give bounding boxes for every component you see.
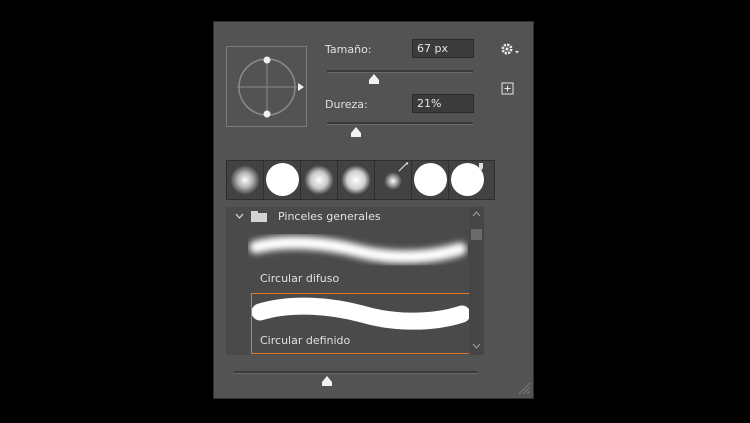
brush-item-soft-round[interactable]: Circular difuso: [226, 229, 483, 291]
brush-group-row[interactable]: Pinceles generales: [226, 207, 483, 229]
preview-size-slider-thumb[interactable]: [321, 375, 333, 387]
hard-stroke-preview: [252, 297, 471, 330]
pressure-icon: [479, 163, 483, 171]
brush-list: Pinceles generales Circular difuso Circu…: [226, 207, 483, 355]
size-label: Tamaño:: [325, 43, 372, 56]
folder-icon: [251, 211, 267, 222]
scroll-down-icon[interactable]: [472, 343, 481, 350]
brush-preset-hard-round[interactable]: [264, 161, 301, 199]
airbrush-icon: [398, 162, 409, 172]
brush-angle-preview-icon: [237, 56, 304, 118]
hardness-slider[interactable]: [327, 122, 473, 125]
brush-list-scrollbar[interactable]: [469, 207, 484, 355]
brush-item-label: Circular difuso: [260, 272, 340, 285]
scrollbar-thumb[interactable]: [471, 229, 482, 240]
hardness-field[interactable]: 21%: [412, 94, 474, 113]
size-slider[interactable]: [327, 70, 473, 73]
brush-presets-strip: [226, 160, 495, 200]
brush-group-name: Pinceles generales: [278, 210, 381, 223]
preview-size-slider[interactable]: [234, 371, 477, 374]
brush-preset-hard-round-pressure[interactable]: [449, 161, 486, 199]
gear-icon[interactable]: [500, 41, 522, 57]
brush-preset-soft-round-3[interactable]: [338, 161, 375, 199]
brush-item-label: Circular definido: [260, 334, 351, 347]
brush-preset-soft-round-2[interactable]: [301, 161, 338, 199]
soft-stroke-preview: [249, 236, 467, 264]
brush-preset-hard-round-2[interactable]: [412, 161, 449, 199]
chevron-down-icon[interactable]: [235, 213, 244, 220]
hardness-label: Dureza:: [325, 98, 368, 111]
hardness-slider-thumb[interactable]: [350, 126, 362, 138]
plus-square-icon[interactable]: [500, 81, 516, 97]
scroll-up-icon[interactable]: [472, 210, 481, 217]
brush-item-hard-round[interactable]: Circular definido: [251, 293, 482, 354]
brush-picker-panel: Tamaño: 67 px Dureza: 21% Pinceles gener…: [213, 21, 534, 399]
size-field[interactable]: 67 px: [412, 39, 474, 58]
resize-grip-icon[interactable]: [517, 381, 531, 395]
brush-preset-airbrush[interactable]: [375, 161, 412, 199]
size-slider-thumb[interactable]: [368, 73, 380, 85]
brush-angle-preview[interactable]: [226, 46, 307, 127]
brush-preset-soft-round[interactable]: [227, 161, 264, 199]
